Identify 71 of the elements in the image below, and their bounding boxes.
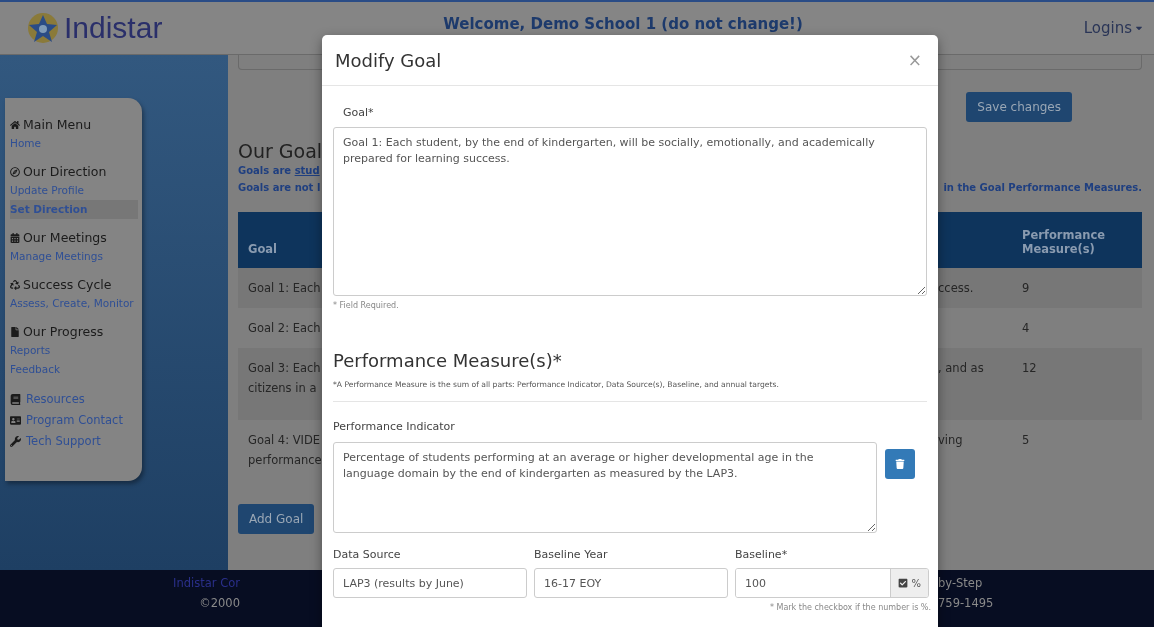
table-cell: ccess. (938, 281, 974, 295)
sidebar-link[interactable]: Resources (26, 389, 85, 410)
page-title: Our Goal (238, 140, 323, 162)
sidebar-link[interactable]: Program Contact (26, 410, 123, 431)
table-cell: 12 (1022, 361, 1037, 375)
table-cell-text: citizens in a (248, 380, 318, 397)
compass-icon (10, 167, 20, 177)
table-cell-text: performance (248, 452, 322, 469)
add-goal-button[interactable]: Add Goal (238, 504, 315, 534)
star-logo-icon (26, 12, 60, 44)
checkbox-icon[interactable] (898, 578, 909, 588)
wrench-icon (10, 436, 21, 447)
percent-label: % (911, 577, 921, 589)
trash-icon (895, 459, 905, 469)
sidebar-link[interactable]: Manage Meetings (10, 247, 138, 266)
field-label: Baseline Year (534, 547, 609, 563)
book-icon (10, 394, 21, 405)
table-cell-text: Goal 3: Each (248, 360, 322, 377)
delete-button[interactable] (885, 449, 915, 479)
sidebar-heading: Our Progress (23, 323, 104, 341)
contact-card-icon (10, 415, 21, 426)
logins-menu[interactable]: Logins (1083, 19, 1144, 37)
text-field[interactable]: 16-17 EOY (534, 568, 728, 598)
table-cell-text: Goal 2: Each (248, 320, 322, 337)
sidebar-heading: Our Meetings (23, 229, 107, 247)
field-label: Performance Indicator (333, 419, 456, 435)
footer-text: 759-1495 (938, 596, 994, 610)
footer-link[interactable]: Indistar Cor (173, 576, 240, 590)
sidebar-link[interactable]: Reports (10, 341, 138, 360)
goal-textarea[interactable]: Goal 1: Each student, by the end of kindergarten, will be socially, emotionally, and academically prepared for learning success. (333, 127, 927, 296)
column-header: Performance Measure(s) (1022, 228, 1107, 256)
table-cell: 9 (1022, 281, 1030, 295)
sidebar-link[interactable]: Update Profile (10, 181, 138, 200)
column-header: Goal (248, 242, 278, 256)
goals-note: Goals are stud (238, 164, 320, 178)
indicator-textarea[interactable]: Percentage of students performing at an average or higher developmental age in the language domain by the end of kindergarten as measured by the LAP3. (333, 442, 877, 533)
sidebar-link[interactable]: Assess, Create, Monitor (10, 294, 138, 313)
save-button[interactable]: Save changes (966, 92, 1072, 122)
footer-text: ©2000 (199, 596, 240, 610)
welcome-text: Welcome, Demo School 1 (do not change!) (443, 15, 803, 33)
table-cell-text: Goal 4: VIDE (248, 432, 322, 449)
goals-note: Goals are not l (238, 181, 321, 195)
text-field[interactable]: LAP3 (results by June) (333, 568, 527, 598)
table-cell: 4 (1022, 321, 1030, 335)
sidebar-heading: Success Cycle (23, 276, 112, 294)
table-cell: 5 (1022, 433, 1030, 447)
recycle-icon (10, 280, 20, 290)
section-title: Performance Measure(s)* (333, 350, 563, 371)
sidebar-link[interactable]: Feedback (10, 360, 138, 379)
logo-text: Indistar (64, 11, 163, 45)
sidebar-heading: Main Menu (23, 116, 92, 134)
field-label: Baseline* (735, 547, 789, 563)
table-cell-text: Goal 1: Each (248, 280, 322, 297)
table-cell: ving (938, 433, 963, 447)
baseline-field[interactable]: 100 % (735, 568, 929, 598)
percent-hint: * Mark the checkbox if the number is %. (770, 603, 931, 612)
goals-note: in the Goal Performance Measures. (943, 181, 1142, 195)
field-label: Data Source (333, 547, 402, 563)
sidebar-heading: Our Direction (23, 163, 107, 181)
table-cell: , and as (938, 361, 984, 375)
close-button[interactable]: × (903, 50, 926, 70)
required-note: * Field Required. (333, 301, 400, 310)
sidebar-link[interactable]: Set Direction (10, 200, 138, 219)
field-label: Goal* (342, 105, 375, 121)
footer-text: by-Step (938, 576, 983, 590)
document-icon (10, 327, 20, 337)
home-icon (10, 120, 20, 130)
sidebar-link[interactable]: Home (10, 134, 138, 153)
dialog-title: Modify Goal (335, 49, 442, 71)
calendar-icon (10, 233, 20, 243)
sidebar-link[interactable]: Tech Support (26, 431, 101, 452)
